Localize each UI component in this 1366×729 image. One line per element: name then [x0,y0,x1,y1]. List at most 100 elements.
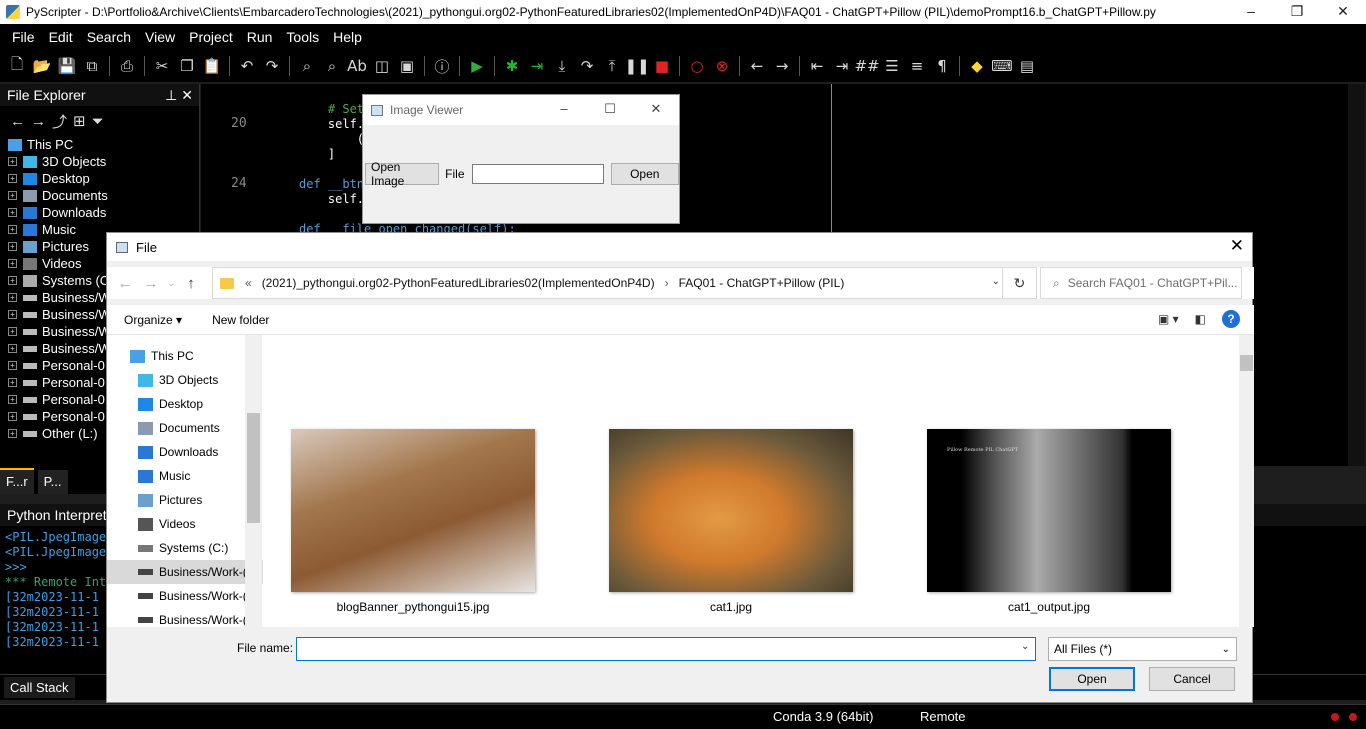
tree-item[interactable]: + Documents [8,187,199,204]
editor-scrollbar[interactable] [1348,84,1365,466]
nav-item-systems-drive[interactable]: Systems (C:) [107,536,263,560]
menu-help[interactable]: Help [326,29,369,45]
menu-edit[interactable]: Edit [42,29,80,45]
expand-icon[interactable]: + [8,310,17,319]
file-tile[interactable]: blogBanner_pythongui15.jpg [291,429,535,614]
run-icon[interactable]: ▶ [466,55,488,77]
up-arrow-icon[interactable]: ↑ [178,275,204,292]
list-icon[interactable]: ☰ [881,55,903,77]
image-search-icon[interactable]: ▣ [396,55,418,77]
screenshot-icon[interactable]: ◫ [371,55,393,77]
python-env-status[interactable]: Conda 3.9 (64bit) [773,709,873,724]
step-into-icon[interactable]: ⤓ [551,55,573,77]
back-arrow-icon[interactable]: ← [112,275,138,292]
organize-button[interactable]: Organize ▾ [124,313,182,327]
tab-call-stack[interactable]: Call Stack [4,677,75,698]
tree-view-icon[interactable]: ⊞ [73,112,86,130]
dialog-close-button[interactable]: ✕ [1230,236,1244,256]
address-bar[interactable]: « (2021)_pythongui.org02-PythonFeaturedL… [212,267,1037,299]
tab-file-explorer[interactable]: F...r [0,468,34,494]
tree-item[interactable]: + Desktop [8,170,199,187]
file-path-input[interactable] [471,164,604,184]
indent-icon[interactable]: ⇤ [806,55,828,77]
tree-item[interactable]: +3D Objects [8,153,199,170]
expand-icon[interactable]: + [8,378,17,387]
stop-icon[interactable]: ■ [651,55,673,77]
expand-icon[interactable]: + [8,225,17,234]
copy-icon[interactable]: ❐ [176,55,198,77]
info-icon[interactable]: ⓘ [431,55,453,77]
new-file-icon[interactable]: 🗋 [6,55,28,77]
keyboard-icon[interactable]: ⌨ [991,55,1013,77]
recent-locations-icon[interactable]: ⌄ [164,278,178,289]
restore-button[interactable]: ❐ [1274,0,1320,24]
minimize-button[interactable]: – [1228,0,1274,24]
file-list-scrollbar[interactable] [1239,335,1254,627]
expand-icon[interactable]: + [8,191,17,200]
file-tile[interactable]: cat1.jpg [609,429,853,614]
nav-item-this-pc[interactable]: This PC [107,344,263,368]
scrollbar-thumb[interactable] [247,413,260,523]
python-icon[interactable]: ◆ [966,55,988,77]
close-button[interactable]: ✕ [1320,0,1366,24]
menu-view[interactable]: View [138,29,182,45]
breadcrumb-segment[interactable]: FAQ01 - ChatGPT+Pillow (PIL) [672,276,852,290]
menu-project[interactable]: Project [182,29,240,45]
replace-icon[interactable]: Ab [346,55,368,77]
nav-item-documents[interactable]: Documents [107,416,263,440]
forward-arrow-icon[interactable]: → [138,275,164,292]
expand-icon[interactable]: + [8,259,17,268]
save-all-icon[interactable]: ⧉ [81,55,103,77]
tab-project[interactable]: P... [37,468,68,494]
expand-icon[interactable]: + [8,344,17,353]
forward-icon[interactable]: → [771,55,793,77]
nav-item-downloads[interactable]: Downloads [107,440,263,464]
breakpoint-icon[interactable]: ○ [686,55,708,77]
tree-item-this-pc[interactable]: This PC [8,136,199,153]
expand-icon[interactable]: + [8,429,17,438]
debug-icon[interactable]: ✱ [501,55,523,77]
print-icon[interactable]: ⎙ [116,55,138,77]
filter-icon[interactable]: ⏷ [92,113,104,130]
forward-icon[interactable]: → [31,113,46,130]
redo-icon[interactable]: ↷ [261,55,283,77]
maximize-button[interactable]: ☐ [587,95,633,123]
expand-icon[interactable]: + [8,157,17,166]
back-icon[interactable]: ← [746,55,768,77]
new-folder-button[interactable]: New folder [212,313,269,327]
nav-item-3d-objects[interactable]: 3D Objects [107,368,263,392]
file-tile[interactable]: Pillow Remote PIL ChatGPT cat1_output.jp… [927,429,1171,614]
wrap-icon[interactable]: ≡ [906,55,928,77]
pin-close-icons[interactable]: ⊥ ✕ [165,87,193,104]
comment-icon[interactable]: ## [854,55,879,77]
preview-pane-icon[interactable]: ◧ [1195,312,1206,326]
clear-breakpoints-icon[interactable]: ⊗ [711,55,733,77]
expand-icon[interactable]: + [8,174,17,183]
back-icon[interactable]: ← [10,113,25,130]
step-out-icon[interactable]: ⤒ [601,55,623,77]
run-to-cursor-icon[interactable]: ⇥ [526,55,548,77]
breadcrumb-segment[interactable]: (2021)_pythongui.org02-PythonFeaturedLib… [255,276,662,290]
close-button[interactable]: ✕ [633,95,679,123]
nav-item-business-drive[interactable]: Business/Work-( [107,584,263,608]
expand-icon[interactable]: + [8,242,17,251]
expand-icon[interactable]: + [8,412,17,421]
chevron-down-icon[interactable]: ⌄ [992,276,1000,287]
refresh-icon[interactable]: ↻ [1002,268,1036,298]
file-name-input[interactable] [296,637,1036,661]
expand-icon[interactable]: + [8,293,17,302]
nav-item-music[interactable]: Music [107,464,263,488]
open-image-button[interactable]: Open Image [365,160,440,188]
nav-item-business-drive[interactable]: Business/Work-( [107,560,263,584]
cut-icon[interactable]: ✂ [151,55,173,77]
expand-icon[interactable]: + [8,395,17,404]
cancel-button[interactable]: Cancel [1149,667,1235,691]
step-over-icon[interactable]: ↷ [576,55,598,77]
help-icon[interactable]: ? [1222,310,1240,328]
find-icon[interactable]: ⌕ [296,55,318,77]
nav-item-business-drive[interactable]: Business/Work-( [107,608,263,632]
expand-icon[interactable]: + [8,327,17,336]
open-button[interactable]: Open [610,163,679,185]
chevron-down-icon[interactable]: ⌄ [1021,641,1029,652]
save-icon[interactable]: 💾 [56,55,78,77]
